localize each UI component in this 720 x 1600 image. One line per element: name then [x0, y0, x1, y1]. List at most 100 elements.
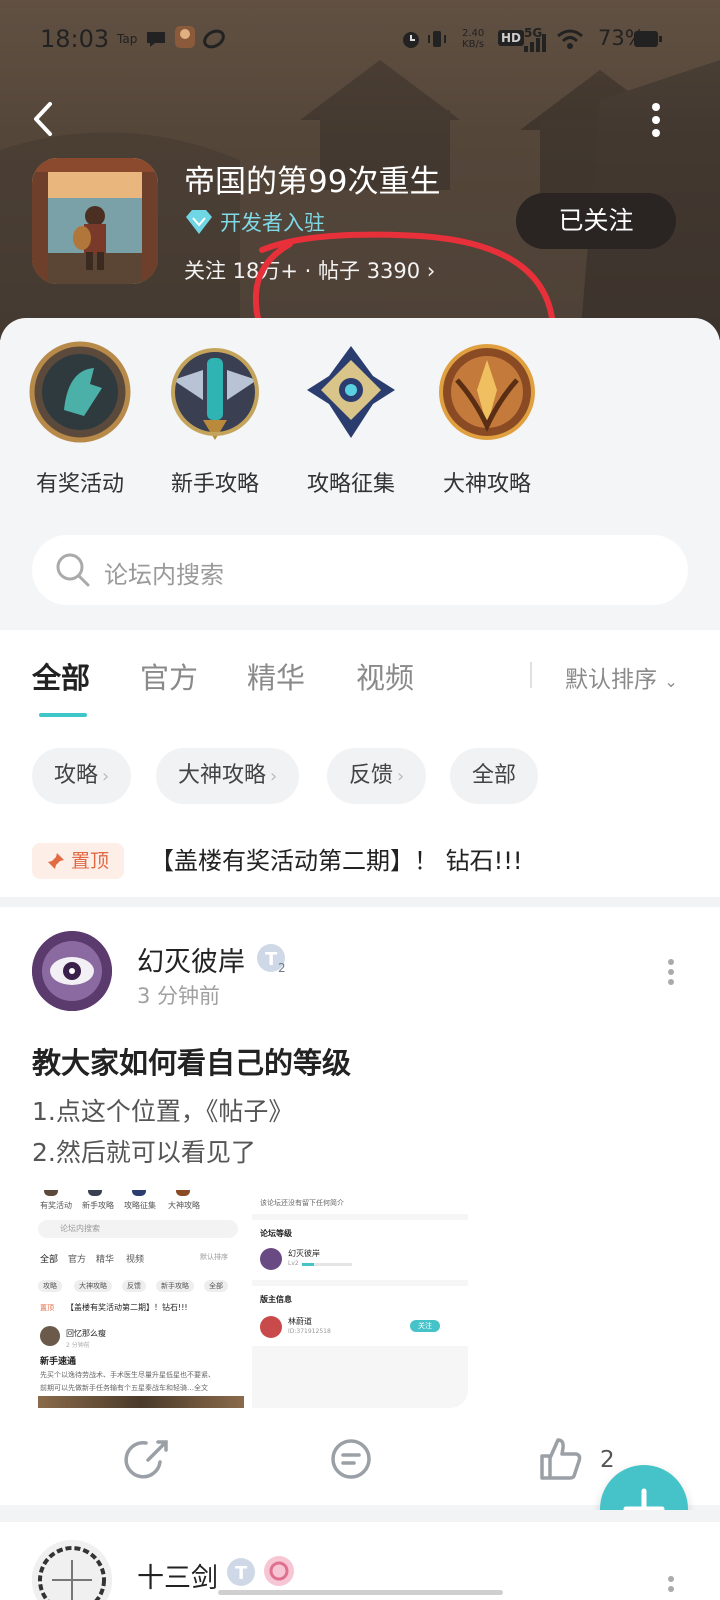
svg-text:T: T: [235, 1563, 248, 1584]
mini-badges: [38, 1190, 190, 1196]
quick-link-label: 新手攻略: [170, 472, 259, 497]
more-options-icon[interactable]: [646, 100, 666, 140]
sort-dropdown[interactable]: 默认排序 ⌄: [565, 660, 678, 694]
mini-progress: [302, 1263, 352, 1266]
tab-all[interactable]: 全部: [32, 655, 90, 697]
reward-activity-icon: [29, 341, 131, 443]
developer-badge-label: 开发者入驻: [220, 211, 325, 235]
forum-search[interactable]: 论坛内搜索: [32, 535, 688, 605]
level-badge-icon: T2: [257, 944, 286, 975]
post-body-line: 1.点这个位置，《帖子》: [32, 1097, 294, 1126]
mini-text: 先买个以逸待劳战术、手术医生尽量升星低星也不要紧、: [40, 1371, 215, 1379]
svg-text:2: 2: [278, 961, 286, 975]
post-image-1[interactable]: 有奖活动 新手攻略 攻略征集 大神攻略 论坛内搜索 全部 官方 精华 视频 默认…: [32, 1190, 248, 1408]
quick-link-label: 攻略征集: [306, 472, 395, 497]
quick-link-guide-collection[interactable]: 攻略征集: [296, 340, 406, 500]
mini-text: 攻略征集: [124, 1201, 156, 1210]
status-tap-label: Tap: [117, 32, 138, 46]
mini-avatar: [260, 1316, 282, 1338]
follow-button[interactable]: 已关注: [516, 193, 676, 249]
post-time: 3 分钟前: [137, 984, 221, 1008]
mini-intro-panel: 该论坛还没有留下任何简介: [252, 1190, 468, 1214]
avatar[interactable]: [32, 931, 112, 1011]
mini-avatar: [40, 1326, 60, 1346]
mini-text: 该论坛还没有留下任何简介: [260, 1199, 344, 1207]
post-more-icon[interactable]: [665, 958, 677, 986]
game-notification-icon: [175, 26, 195, 48]
active-tab-indicator: [39, 713, 87, 717]
pinned-post[interactable]: 置顶 【盖楼有奖活动第二期】！ 钻石!!!: [0, 835, 720, 899]
mini-chip: 新手攻略: [156, 1280, 194, 1292]
forum-header: 18:03 Tap 2.40 KB/s HD 5G 73% 帝国的第99次重生 …: [0, 0, 720, 340]
back-arrow-icon[interactable]: [30, 100, 60, 140]
game-stats[interactable]: 关注 18万+ · 帖子 3390 ›: [184, 255, 435, 285]
search-input[interactable]: 论坛内搜索: [104, 555, 224, 590]
newbie-guide-icon: [171, 348, 259, 440]
category-chip-feedback[interactable]: 反馈 ›: [327, 748, 427, 804]
mini-level-panel: 论坛等级 幻灭彼岸 Lv2: [252, 1220, 468, 1280]
alarm-icon: [403, 32, 419, 48]
game-icon-art: [32, 158, 158, 284]
network-speed: 2.40 KB/s: [462, 28, 485, 50]
mini-avatar: [260, 1248, 282, 1270]
category-chip-all[interactable]: 全部: [450, 748, 539, 804]
guide-collection-icon: [307, 346, 395, 438]
post-title[interactable]: 教大家如何看自己的等级: [32, 1040, 351, 1082]
mini-text: 置顶: [40, 1304, 54, 1312]
post-image-2[interactable]: 该论坛还没有留下任何简介 论坛等级 幻灭彼岸 Lv2 版主信息 林蔚道 ID:3…: [252, 1190, 468, 1408]
post-author[interactable]: 十三剑: [137, 1556, 218, 1595]
game-icon[interactable]: [32, 158, 158, 284]
mini-text: 回忆那么瘦: [66, 1329, 106, 1338]
mini-text: ID:371912518: [288, 1328, 331, 1335]
mini-text: 幻灭彼岸: [288, 1249, 320, 1258]
chevron-down-icon: ⌄: [664, 672, 678, 691]
chevron-right-icon: ›: [397, 766, 405, 787]
comment-icon[interactable]: [328, 1436, 374, 1482]
quick-link-newbie-guide[interactable]: 新手攻略: [160, 340, 270, 500]
mini-text: 有奖活动: [40, 1201, 72, 1210]
mini-text: 默认排序: [200, 1253, 228, 1261]
expert-guide-icon: [439, 344, 535, 440]
eye-avatar-art: [32, 931, 112, 1011]
home-indicator[interactable]: [218, 1590, 503, 1595]
status-time: 18:03: [40, 25, 110, 53]
chat-notification-icon: [147, 32, 165, 47]
pinned-tag: 置顶: [32, 843, 124, 879]
pinned-tag-label: 置顶: [71, 850, 110, 872]
pinned-title: 【盖楼有奖活动第二期】！ 钻石!!!: [150, 847, 523, 875]
chip-label: 反馈: [349, 763, 394, 788]
mini-chip: 全部: [204, 1280, 228, 1292]
category-chip-expert-guide[interactable]: 大神攻略 ›: [156, 748, 300, 804]
mini-moderator-panel: 版主信息 林蔚道 ID:371912518 关注: [252, 1286, 468, 1346]
mini-text: 官方: [68, 1255, 87, 1265]
quick-link-expert-guide[interactable]: 大神攻略: [432, 340, 542, 500]
level-badge-icon: T: [227, 1558, 255, 1586]
post-author[interactable]: 幻灭彼岸: [137, 940, 245, 979]
post-more-icon[interactable]: [665, 1575, 677, 1600]
tab-official[interactable]: 官方: [140, 655, 198, 697]
quick-link-activities[interactable]: 有奖活动: [25, 340, 135, 500]
chip-label: 攻略: [54, 763, 99, 788]
signal-icon: [524, 34, 546, 52]
category-chip-guide[interactable]: 攻略 ›: [32, 748, 132, 804]
link-notification-icon: [203, 29, 225, 49]
honor-badge-icon: [264, 1556, 294, 1586]
pin-icon: [47, 853, 64, 869]
like-icon[interactable]: [538, 1436, 584, 1482]
developer-badge[interactable]: 开发者入驻: [184, 206, 325, 238]
mini-text: 林蔚道: [288, 1317, 312, 1326]
post-body-line: 2.然后就可以看见了: [32, 1138, 256, 1167]
sort-label: 默认排序: [565, 667, 657, 693]
chip-label: 大神攻略: [178, 763, 267, 788]
share-icon[interactable]: [124, 1436, 170, 1482]
mini-text: 全部: [40, 1255, 59, 1265]
mini-text: 前期可以先做新手任务输有个五星秦战车和轻骑…全文: [40, 1384, 208, 1392]
tab-divider: [530, 662, 532, 688]
battery-icon: [634, 31, 662, 47]
mini-text: 新手攻略: [82, 1201, 114, 1210]
tab-video[interactable]: 视频: [356, 655, 414, 697]
game-stats-text: 关注 18万+ · 帖子 3390: [184, 259, 421, 283]
tab-featured[interactable]: 精华: [247, 655, 305, 697]
vibrate-icon: [428, 31, 446, 47]
hd-indicator: HD: [498, 30, 525, 46]
